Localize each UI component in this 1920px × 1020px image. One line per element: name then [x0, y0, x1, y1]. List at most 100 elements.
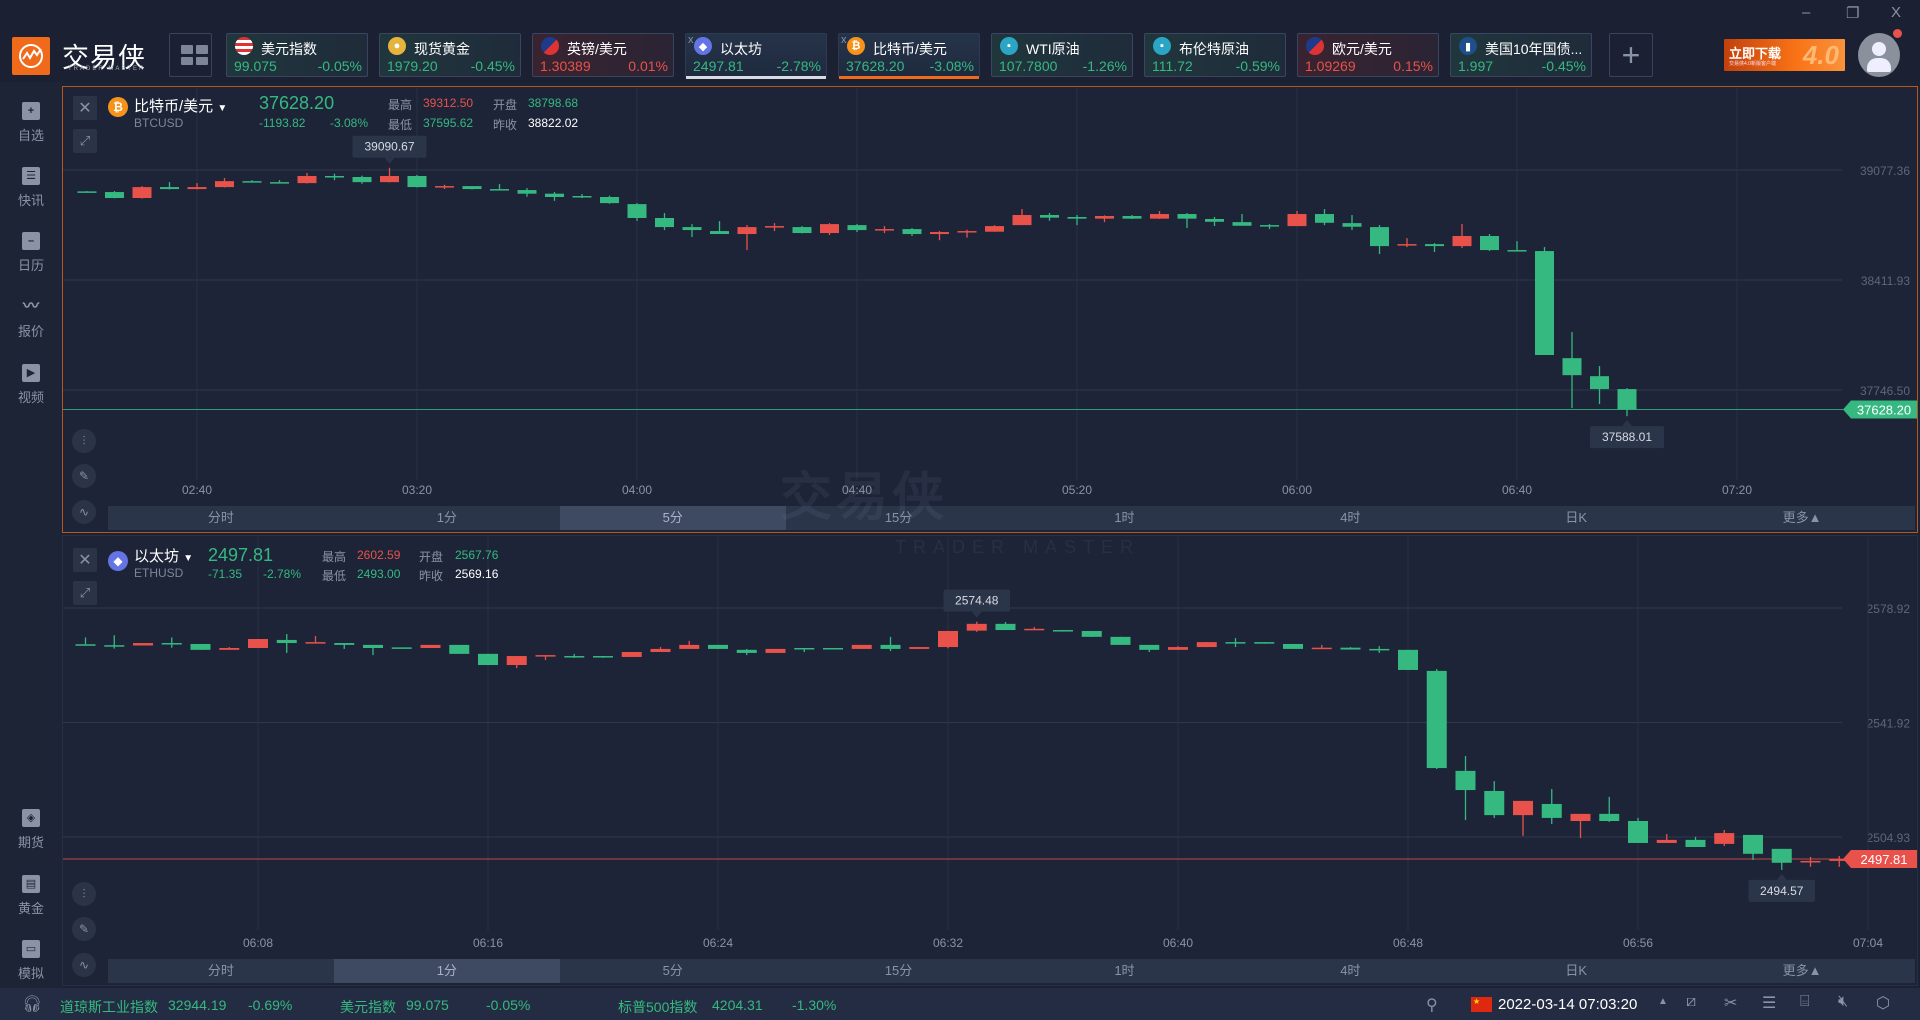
restore-button[interactable]: ❐: [1846, 4, 1859, 22]
high-label: 最高: [388, 98, 413, 112]
candle: [600, 195, 619, 204]
sidebar-item-gold[interactable]: ▤ 黄金: [0, 875, 62, 917]
status-ticker-change: -0.69%: [248, 997, 293, 1013]
ticker-name: 以太坊: [720, 41, 762, 57]
list-icon[interactable]: ☰: [1762, 993, 1776, 1013]
indicator-icon[interactable]: ⫶: [72, 882, 96, 906]
layout-grid-button[interactable]: [169, 33, 212, 77]
interval-tab[interactable]: 4时: [1237, 506, 1463, 530]
camera-icon[interactable]: ⌸: [1800, 993, 1810, 1011]
interval-tab[interactable]: 1分: [334, 506, 560, 530]
tooltip-label: 2574.48: [955, 594, 999, 608]
status-ticker-name[interactable]: 道琼斯工业指数: [60, 997, 158, 1017]
headset-icon[interactable]: 🎧︎: [22, 994, 42, 1014]
ticker-price: 99.075: [234, 58, 277, 74]
sidebar-item-news[interactable]: ☰ 快讯: [0, 167, 62, 209]
candle: [1040, 213, 1059, 221]
interval-tab[interactable]: 5分: [559, 506, 786, 530]
interval-tab[interactable]: 1分: [333, 959, 560, 983]
candle-body: [627, 204, 647, 218]
candle-body: [1311, 647, 1332, 650]
chart-type-icon[interactable]: ∿: [72, 953, 96, 977]
connection-icon[interactable]: ⚲: [1426, 995, 1438, 1015]
ticker-tab[interactable]: 美元指数 99.075 -0.05%: [226, 33, 368, 77]
interval-tab[interactable]: 分时: [108, 506, 334, 530]
interval-tab[interactable]: 4时: [1237, 959, 1463, 983]
expand-icon[interactable]: ⤢: [73, 129, 97, 153]
draw-pencil-icon[interactable]: ✎: [72, 464, 96, 488]
status-ticker-name[interactable]: 标普500指数: [618, 997, 697, 1017]
tools-icon[interactable]: ✂: [1724, 993, 1737, 1013]
download-banner[interactable]: 立即下载 交易侠4.0新版客户端 4.0: [1724, 39, 1845, 71]
panel-title[interactable]: 以太坊 ▼: [134, 545, 193, 566]
sidebar-item-simulation[interactable]: ▭ 模拟: [0, 940, 62, 982]
sidebar-item-video[interactable]: ▶ 视频: [0, 364, 62, 406]
candle: [593, 656, 613, 658]
ticker-tab[interactable]: 英镑/美元 1.30389 0.01%: [532, 33, 674, 77]
sidebar-item-quotes[interactable]: 〰报价: [0, 298, 62, 340]
interval-tab[interactable]: 日K: [1463, 506, 1689, 530]
mute-icon[interactable]: 🔇︎: [1838, 993, 1848, 1011]
status-ticker-name[interactable]: 美元指数: [340, 997, 396, 1017]
candle: [270, 180, 289, 184]
interval-tab[interactable]: 1时: [1012, 959, 1238, 983]
screen-off-icon[interactable]: ⧄: [1686, 993, 1696, 1011]
remove-ticker-icon[interactable]: x: [841, 34, 847, 46]
ticker-price: 1.09269: [1305, 58, 1356, 74]
user-avatar[interactable]: [1858, 33, 1900, 77]
candle-body: [160, 187, 179, 190]
ticker-tab[interactable]: ◆ x 以太坊 2497.81 -2.78%: [685, 33, 827, 79]
candle: [1535, 247, 1554, 356]
add-ticker-button[interactable]: +: [1609, 33, 1653, 77]
ticker-name: 美元指数: [261, 41, 317, 57]
candle-body: [966, 623, 987, 631]
candle-body: [535, 655, 556, 657]
interval-tab[interactable]: 更多▲: [1689, 506, 1915, 530]
candle-body: [1205, 218, 1224, 222]
ticker-tab[interactable]: 欧元/美元 1.09269 0.15%: [1297, 33, 1439, 77]
expand-icon[interactable]: ⤢: [73, 581, 97, 605]
sidebar-item-calendar[interactable]: – 日历: [0, 232, 62, 274]
sidebar-item-futures[interactable]: ◈ 期货: [0, 809, 62, 851]
candle: [1397, 238, 1417, 248]
candle: [1122, 215, 1142, 219]
remove-ticker-icon[interactable]: x: [688, 34, 694, 46]
interval-tab[interactable]: 分时: [108, 959, 334, 983]
candle: [160, 182, 179, 190]
candle: [77, 191, 97, 193]
candle: [1150, 211, 1169, 219]
interval-tab[interactable]: 日K: [1463, 959, 1689, 983]
settings-icon[interactable]: ⬡: [1876, 993, 1890, 1013]
sidebar-item-watchlist[interactable]: + 自选: [0, 102, 62, 144]
ticker-tab[interactable]: ● 现货黄金 1979.20 -0.45%: [379, 33, 521, 77]
eth-candlestick-chart[interactable]: 2578.92 2541.92 2504.93 06:08 06:16 06:24 06:3…: [63, 536, 1917, 958]
indicator-icon[interactable]: ⫶: [72, 429, 96, 453]
panel-title[interactable]: 比特币/美元 ▼: [134, 95, 227, 116]
ticker-tab[interactable]: ₿ x 比特币/美元 37628.20 -3.08%: [838, 33, 980, 79]
candle-body: [1287, 214, 1307, 227]
candle-body: [161, 643, 182, 645]
close-panel-button[interactable]: ✕: [73, 548, 97, 572]
open-value: 38798.68: [528, 96, 579, 110]
candle: [1484, 781, 1505, 818]
candle-body: [270, 182, 289, 184]
expand-up-icon[interactable]: ▲: [1658, 996, 1668, 1007]
close-window-button[interactable]: X: [1891, 4, 1901, 21]
chart-type-icon[interactable]: ∿: [72, 500, 96, 524]
interval-tab[interactable]: 更多▲: [1689, 959, 1915, 983]
candle-body: [75, 644, 96, 646]
ticker-tab[interactable]: ▮ 美国10年国债... 1.997 -0.45%: [1450, 33, 1592, 77]
minimize-button[interactable]: –: [1802, 4, 1810, 21]
candle-body: [132, 187, 152, 198]
ticker-tab[interactable]: ▪ 布伦特原油 111.72 -0.59%: [1144, 33, 1286, 77]
interval-tab[interactable]: 1时: [1012, 506, 1238, 530]
btc-candlestick-chart[interactable]: 39077.36 38411.93 37746.50 02:40 03:20 04:00 0…: [63, 87, 1917, 505]
interval-tab[interactable]: 5分: [560, 959, 786, 983]
candle: [1617, 388, 1637, 417]
ticker-tab[interactable]: ▪ WTI原油 107.7800 -1.26%: [991, 33, 1133, 77]
candle: [938, 630, 958, 649]
close-panel-button[interactable]: ✕: [73, 96, 97, 120]
interval-tab[interactable]: 15分: [786, 959, 1012, 983]
draw-pencil-icon[interactable]: ✎: [72, 917, 96, 941]
candle-body: [564, 656, 585, 658]
